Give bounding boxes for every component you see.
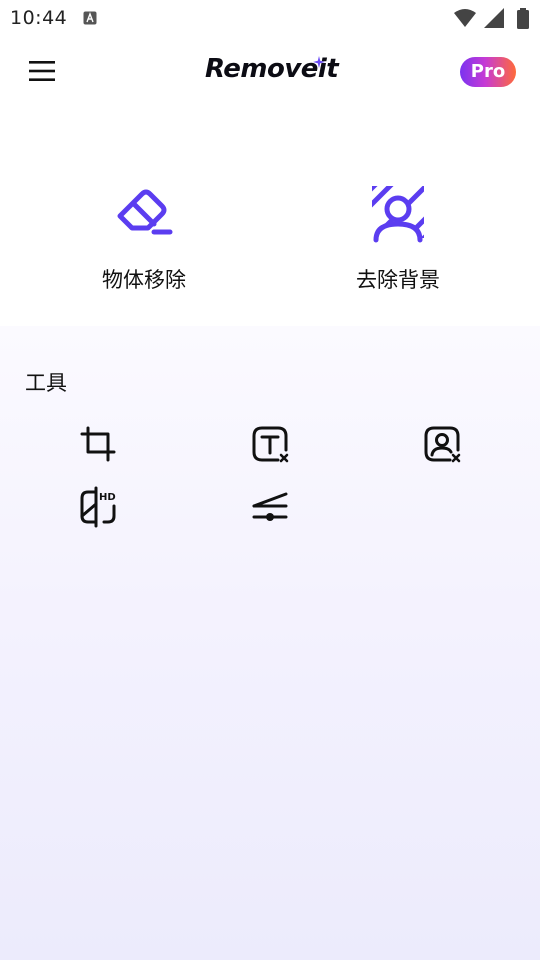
wifi-icon <box>454 9 476 27</box>
status-bar: 10:44 <box>0 0 540 36</box>
sparkle-icon <box>313 56 325 68</box>
object-removal-card[interactable]: 物体移除 <box>49 176 239 306</box>
svg-text:HD: HD <box>99 492 116 503</box>
status-icons <box>440 8 530 29</box>
hd-enhance-icon: HD <box>80 486 116 528</box>
a-notification-icon <box>83 11 97 25</box>
status-time: 10:44 <box>10 7 68 29</box>
remove-background-icon <box>372 186 424 243</box>
app-header: Removeit Pro <box>0 36 540 110</box>
hamburger-menu-icon[interactable] <box>29 59 55 83</box>
remove-person-icon <box>424 426 461 463</box>
object-removal-label: 物体移除 <box>102 268 186 292</box>
pro-badge-button[interactable]: Pro <box>460 57 516 87</box>
hd-enhance-tool-button[interactable]: HD <box>76 484 120 528</box>
signal-icon <box>484 8 504 28</box>
adjust-tool-button[interactable] <box>248 484 292 528</box>
crop-tool-button[interactable] <box>76 422 120 466</box>
remove-background-card[interactable]: 去除背景 <box>303 176 493 306</box>
battery-icon <box>517 8 529 29</box>
adjust-slider-icon <box>252 492 288 521</box>
tools-title: 工具 <box>25 371 67 395</box>
eraser-icon <box>117 189 173 235</box>
remove-background-label: 去除背景 <box>356 268 440 292</box>
remove-text-tool-button[interactable] <box>248 422 292 466</box>
crop-icon <box>80 426 116 462</box>
remove-text-icon <box>252 426 289 463</box>
tools-panel: 工具 HD <box>0 326 540 960</box>
remove-person-tool-button[interactable] <box>420 422 464 466</box>
